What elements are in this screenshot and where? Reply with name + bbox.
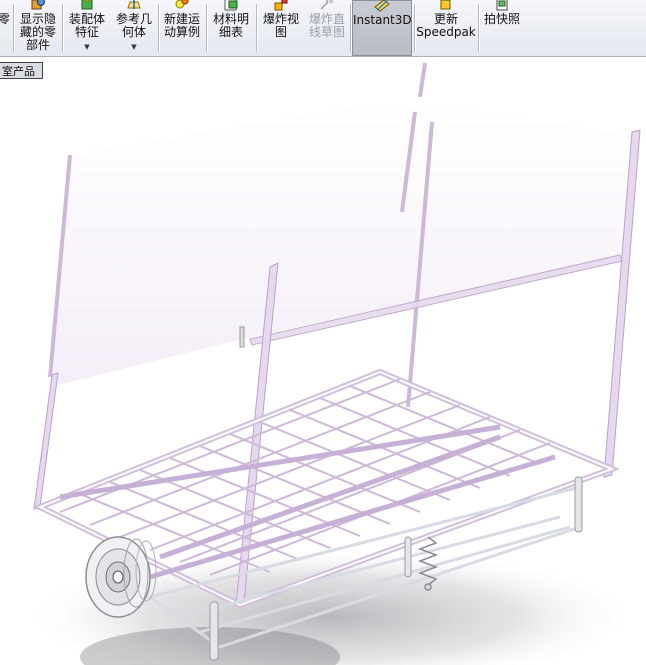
assembly-feature-label-line2: 特征 — [74, 25, 99, 39]
show-hidden-components-icon — [30, 0, 46, 13]
reference-geometry-button[interactable]: 参考几 何体 ▼ — [112, 0, 156, 56]
toolbar-separator — [478, 4, 479, 52]
command-manager-toolbar: 零 显示隐 藏的零 部件 装配体 特征 ▼ 参考几 何体 ▼ 新建运 动算例 材… — [0, 0, 646, 57]
new-motion-study-button[interactable]: 新建运 动算例 — [160, 0, 204, 56]
reference-geometry-label-line2: 何体 — [121, 25, 146, 39]
exploded-view-icon — [273, 0, 289, 13]
top-panel — [50, 97, 640, 387]
partial-button-label: 零 — [0, 12, 10, 26]
instant3d-label: Instant3D — [353, 13, 412, 27]
speedpak-label-line2: Speedpak — [416, 25, 476, 39]
speedpak-icon — [438, 0, 454, 13]
partial-button-icon — [0, 0, 13, 13]
graphics-area[interactable] — [0, 57, 646, 665]
take-snapshot-button[interactable]: 拍快照 — [480, 0, 524, 56]
motion-study-icon — [174, 0, 190, 13]
bracket — [239, 326, 245, 348]
toolbar-separator — [206, 4, 207, 52]
bom-label-line2: 细表 — [218, 25, 243, 39]
assembly-feature-icon — [79, 0, 95, 13]
assembly-model-view — [20, 62, 641, 665]
explode-line-sketch-label-line2: 线草图 — [308, 25, 345, 39]
exploded-view-label-line2: 图 — [274, 25, 287, 39]
chevron-down-icon[interactable]: ▼ — [64, 43, 110, 52]
chevron-down-icon[interactable]: ▼ — [112, 43, 156, 52]
toolbar-separator — [414, 4, 415, 52]
update-speedpak-button[interactable]: 更新 Speedpak — [416, 0, 476, 56]
configuration-tab[interactable]: 室产品 — [0, 62, 43, 79]
instant3d-button[interactable]: Instant3D — [352, 0, 412, 56]
snapshot-label: 拍快照 — [483, 12, 520, 26]
toolbar-separator — [158, 4, 159, 52]
snapshot-icon — [494, 0, 510, 13]
show-hidden-components-button[interactable]: 显示隐 藏的零 部件 — [16, 0, 60, 56]
bill-of-materials-icon — [223, 0, 239, 13]
assembly-feature-button[interactable]: 装配体 特征 ▼ — [64, 0, 110, 56]
explode-line-sketch-button[interactable]: 爆炸直 线草图 — [305, 0, 349, 56]
exploded-view-button[interactable]: 爆炸视 图 — [258, 0, 304, 56]
bill-of-materials-button[interactable]: 材料明 细表 — [208, 0, 254, 56]
partial-toolbar-button[interactable]: 零 — [0, 0, 11, 56]
instant3d-icon — [374, 0, 390, 14]
toolbar-separator — [350, 4, 351, 52]
motion-study-label-line2: 动算例 — [163, 25, 200, 39]
toolbar-separator — [256, 4, 257, 52]
show-hidden-label-line3: 部件 — [25, 38, 50, 52]
reference-geometry-icon — [126, 0, 142, 13]
explode-line-sketch-icon — [319, 0, 335, 13]
toolbar-separator — [62, 4, 63, 52]
toolbar-separator — [13, 4, 14, 52]
configuration-tab-label: 室产品 — [2, 65, 35, 78]
